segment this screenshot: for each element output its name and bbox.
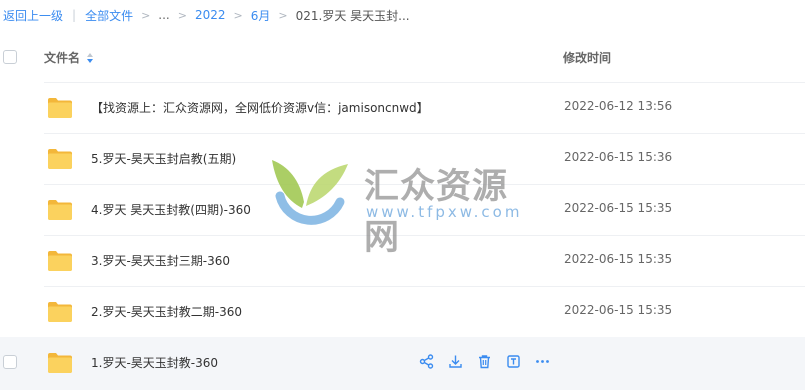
file-name[interactable]: 5.罗天-昊天玉封启教(五期) [91,150,236,167]
file-name[interactable]: 4.罗天 昊天玉封教(四期)-360 [91,201,251,218]
column-header-name[interactable]: 文件名 [44,49,94,66]
modified-time: 2022-06-15 15:35 [564,201,673,215]
more-icon[interactable] [534,353,551,370]
modified-time: 2022-06-15 15:35 [564,252,673,266]
row-checkbox[interactable] [3,355,17,369]
folder-icon [48,149,72,169]
table-row[interactable]: 5.罗天-昊天玉封启教(五期) 2022-06-15 15:36 [0,133,805,184]
breadcrumb-year[interactable]: 2022 [195,8,226,22]
chevron-right-icon: > [141,8,151,22]
file-name[interactable]: 3.罗天-昊天玉封三期-360 [91,252,230,269]
column-header-time[interactable]: 修改时间 [563,49,611,66]
row-actions [418,353,551,370]
delete-icon[interactable] [476,353,493,370]
chevron-right-icon: > [233,8,243,22]
rename-icon[interactable] [505,353,522,370]
breadcrumb-current: 021.罗天 昊天玉封... [295,8,410,23]
breadcrumb-month[interactable]: 6月 [251,7,271,24]
breadcrumb: 返回上一级 | 全部文件 > ... > 2022 > 6月 > 021.罗天 … [0,0,805,30]
breadcrumb-divider: | [72,8,77,22]
modified-time: 2022-06-15 15:35 [564,303,673,317]
sort-icon[interactable] [86,52,94,64]
share-icon[interactable] [418,353,435,370]
table-row-hovered[interactable]: 1.罗天-昊天玉封教-360 [0,337,805,390]
back-link[interactable]: 返回上一级 [3,7,63,24]
modified-time: 2022-06-12 13:56 [564,99,673,113]
table-row[interactable]: 2.罗天-昊天玉封教二期-360 2022-06-15 15:35 [0,286,805,337]
table-row[interactable]: 4.罗天 昊天玉封教(四期)-360 2022-06-15 15:35 [0,184,805,235]
chevron-right-icon: > [278,8,288,22]
table-header: 文件名 修改时间 [0,40,805,74]
table-row[interactable]: 3.罗天-昊天玉封三期-360 2022-06-15 15:35 [0,235,805,286]
folder-icon [48,353,72,373]
file-name[interactable]: 【找资源上：汇众资源网，全网低价资源v信：jamisoncnwd】 [91,99,429,116]
folder-icon [48,98,72,118]
modified-time: 2022-06-15 15:36 [564,150,673,164]
chevron-right-icon: > [177,8,187,22]
table-row[interactable]: 【找资源上：汇众资源网，全网低价资源v信：jamisoncnwd】 2022-0… [0,82,805,133]
folder-icon [48,251,72,271]
folder-icon [48,302,72,322]
folder-icon [48,200,72,220]
select-all-checkbox[interactable] [3,50,17,64]
download-icon[interactable] [447,353,464,370]
file-name[interactable]: 1.罗天-昊天玉封教-360 [91,354,218,371]
column-name-label: 文件名 [44,51,81,65]
breadcrumb-all-files[interactable]: 全部文件 [85,7,133,24]
breadcrumb-ellipsis[interactable]: ... [158,8,169,22]
file-name[interactable]: 2.罗天-昊天玉封教二期-360 [91,303,242,320]
